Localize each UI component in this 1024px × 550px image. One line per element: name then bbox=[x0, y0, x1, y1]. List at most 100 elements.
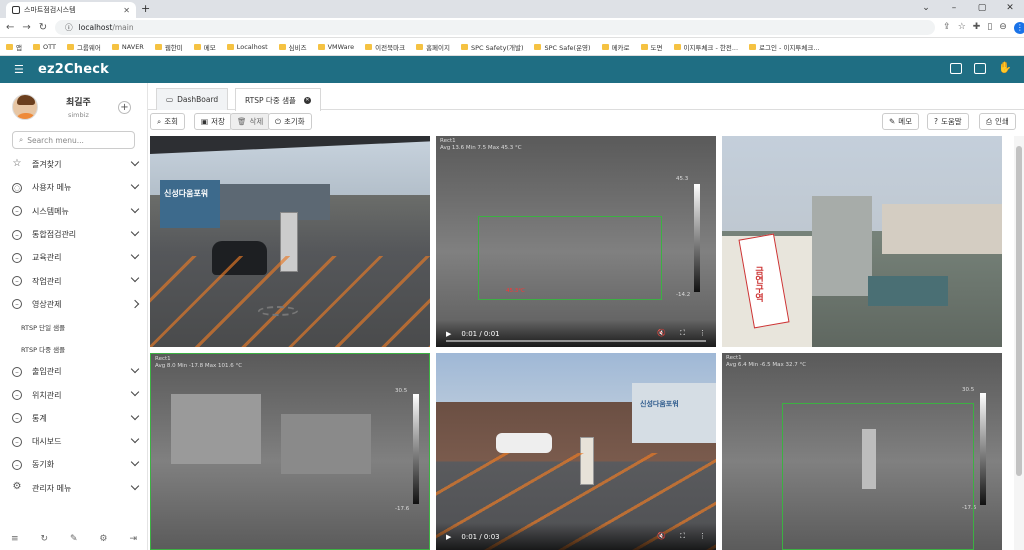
maximize-button[interactable]: ▢ bbox=[968, 0, 996, 16]
video-3[interactable]: 금연구역 bbox=[722, 136, 1002, 347]
hand-icon[interactable]: ✋ bbox=[998, 62, 1012, 74]
sidebar-item[interactable]: – 출입관리 bbox=[0, 360, 147, 383]
folder-icon bbox=[317, 43, 325, 50]
menu-collapse-icon[interactable]: ☰ bbox=[14, 63, 34, 76]
reload-icon[interactable]: ↻ bbox=[39, 22, 47, 33]
bookmark-label: 이지투체크 - 한전... bbox=[683, 43, 739, 52]
help-icon: ? bbox=[934, 117, 938, 126]
fullscreen-icon[interactable]: ⛶ bbox=[680, 329, 685, 338]
tab-rtsp-multi[interactable]: RTSP 다중 샘플 ✕ bbox=[235, 88, 321, 111]
back-icon[interactable]: ← bbox=[6, 22, 14, 33]
bookmark-item[interactable]: SPC Safety(개발) bbox=[461, 42, 523, 52]
video-4[interactable]: Rect1 Avg 8.0 Min -17.8 Max 101.6 °C 30.… bbox=[150, 353, 430, 550]
bookmark-item[interactable]: SPC Safe(운영) bbox=[534, 42, 591, 52]
bookmark-item[interactable]: 심비즈 bbox=[278, 42, 307, 52]
video-1[interactable]: 신성다움포워 bbox=[150, 136, 430, 347]
sidebar-subitem[interactable]: RTSP 다중 샘플 bbox=[0, 338, 147, 360]
address-bar[interactable]: ⓘ localhost/main bbox=[55, 20, 936, 35]
profile-icon[interactable]: ⋮ bbox=[1013, 21, 1024, 34]
bookmark-item[interactable]: NAVER bbox=[111, 43, 144, 51]
box-label: 45.3°C bbox=[506, 288, 525, 294]
browser-tab-strip: 스마트점검시스템 ✕ + ⌄ – ▢ ✕ bbox=[0, 0, 1024, 18]
bookmark-item[interactable]: 메카로 bbox=[601, 42, 630, 52]
print-icon: ⎙ bbox=[986, 116, 992, 126]
sidebar-item[interactable]: – 시스템메뉴 bbox=[0, 200, 147, 223]
refresh-icon[interactable]: ↻ bbox=[40, 534, 48, 544]
mute-icon[interactable]: 🔇 bbox=[657, 329, 666, 338]
sidebar-item[interactable]: ⚙ 관리자 메뉴 bbox=[0, 477, 147, 500]
sidebar-item[interactable]: – 영상관제 bbox=[0, 293, 147, 316]
add-favorite-button[interactable]: + bbox=[118, 101, 131, 114]
more-icon[interactable]: ⋮ bbox=[699, 532, 706, 541]
bookmark-item[interactable]: 로그인 - 이지투체크... bbox=[749, 42, 820, 52]
thermal-header: Rect1 bbox=[440, 138, 456, 144]
search-button[interactable]: ⌕ 조회 bbox=[150, 113, 186, 130]
save-label: 저장 bbox=[211, 117, 225, 126]
logout-icon[interactable]: ⇥ bbox=[129, 534, 137, 544]
play-icon[interactable]: ▶ bbox=[446, 533, 451, 541]
info-icon: ⓘ bbox=[65, 23, 73, 32]
bookmark-label: 홈페이지 bbox=[426, 43, 450, 52]
bookmark-item[interactable]: VMWare bbox=[317, 43, 354, 51]
print-button[interactable]: ⎙ 인쇄 bbox=[979, 113, 1016, 130]
bookmark-item[interactable]: 도면 bbox=[640, 42, 663, 52]
bookmark-item[interactable]: OTT bbox=[32, 43, 56, 51]
edit-icon[interactable]: ✎ bbox=[70, 534, 78, 544]
scrollbar[interactable] bbox=[1014, 136, 1024, 550]
bookmark-item[interactable]: 홈페이지 bbox=[416, 42, 450, 52]
forward-icon[interactable]: → bbox=[22, 22, 30, 33]
help-button[interactable]: ? 도움말 bbox=[927, 113, 969, 130]
settings-icon[interactable]: ⚙ bbox=[99, 534, 107, 544]
video-6[interactable]: Rect1 Avg 6.4 Min -6.5 Max 32.7 °C 30.5 … bbox=[722, 353, 1002, 550]
chevron-down-icon[interactable]: ⌄ bbox=[912, 0, 940, 16]
sidebar-item[interactable]: ◌ 사용자 메뉴 bbox=[0, 176, 147, 199]
video-5[interactable]: 신성다움포워 ▶ 0:01 / 0:03 🔇 ⛶ ⋮ bbox=[436, 353, 716, 550]
bookmark-label: 메모 bbox=[203, 43, 216, 52]
globe-icon[interactable]: ⊖ bbox=[999, 22, 1007, 34]
bookmark-item[interactable]: 이전북마크 bbox=[365, 42, 405, 52]
star-icon[interactable]: ☆ bbox=[958, 22, 966, 34]
play-icon[interactable]: ▶ bbox=[446, 330, 451, 338]
bookmark-label: SPC Safe(운영) bbox=[544, 43, 591, 52]
tab-dashboard[interactable]: ▭ DashBoard bbox=[156, 88, 229, 110]
sidebar-item[interactable]: – 위치관리 bbox=[0, 383, 147, 406]
video-2[interactable]: Rect1 Avg 13.6 Min 7.5 Max 45.3 °C 45.3 … bbox=[436, 136, 716, 347]
sidebar-item[interactable]: – 동기화 bbox=[0, 453, 147, 476]
new-tab-button[interactable]: + bbox=[141, 2, 150, 15]
sidebar-item[interactable]: – 교육관리 bbox=[0, 246, 147, 269]
translate-icon[interactable] bbox=[974, 63, 986, 74]
memo-button[interactable]: ✎ 메모 bbox=[882, 113, 920, 130]
bookmark-item[interactable]: 이지투체크 - 한전... bbox=[673, 42, 739, 52]
fullscreen-icon[interactable]: ⛶ bbox=[680, 532, 685, 541]
share-icon[interactable]: ⇪ bbox=[943, 22, 951, 34]
sidebar-item[interactable]: – 통계 bbox=[0, 407, 147, 430]
bookmark-item[interactable]: 그룹웨어 bbox=[66, 42, 101, 52]
reset-button[interactable]: ⏻ 초기화 bbox=[268, 113, 312, 130]
sidebar-subitem[interactable]: RTSP 단일 샘플 bbox=[0, 316, 147, 338]
sidebar-item[interactable]: – 작업관리 bbox=[0, 269, 147, 292]
bookmark-item[interactable]: 웹한미 bbox=[154, 42, 183, 52]
menu-search-input[interactable]: ⌕ Search menu... bbox=[12, 131, 135, 149]
save-button[interactable]: ▣ 저장 bbox=[194, 113, 232, 130]
bookmark-label: Localhost bbox=[236, 42, 268, 51]
browser-tab[interactable]: 스마트점검시스템 ✕ bbox=[6, 2, 136, 18]
extensions-icon[interactable]: ✚ bbox=[973, 22, 981, 34]
close-window-button[interactable]: ✕ bbox=[996, 0, 1024, 16]
bookmark-item[interactable]: 메모 bbox=[193, 42, 216, 52]
mute-icon[interactable]: 🔇 bbox=[657, 532, 666, 541]
video-1-sign: 신성다움포워 bbox=[164, 189, 209, 198]
minimize-button[interactable]: – bbox=[940, 0, 968, 16]
close-tab-icon[interactable]: ✕ bbox=[123, 6, 130, 15]
sidebar-item[interactable]: – 통합점검관리 bbox=[0, 223, 147, 246]
progress-bar[interactable] bbox=[446, 340, 706, 342]
layout-icon[interactable] bbox=[950, 63, 962, 74]
more-icon[interactable]: ⋮ bbox=[699, 329, 706, 338]
sidebar-item[interactable]: ☆ 즐겨찾기 bbox=[0, 153, 147, 176]
sidepanel-icon[interactable]: ▯ bbox=[987, 22, 992, 34]
list-icon[interactable]: ≡ bbox=[11, 534, 19, 544]
close-tab-icon[interactable]: ✕ bbox=[303, 96, 311, 104]
delete-button[interactable]: 🗑 삭제 bbox=[230, 113, 271, 130]
bookmark-item[interactable]: 앱 bbox=[6, 42, 22, 52]
bookmark-item[interactable]: Localhost bbox=[226, 42, 268, 51]
sidebar-item[interactable]: – 대시보드 bbox=[0, 430, 147, 453]
